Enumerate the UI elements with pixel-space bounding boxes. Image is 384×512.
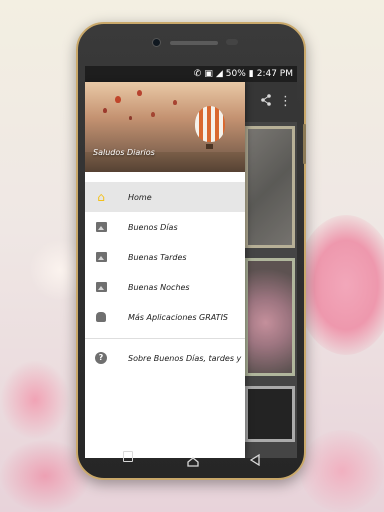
balloon-image xyxy=(137,90,142,96)
image-icon xyxy=(95,281,107,293)
clock: 2:47 PM xyxy=(256,69,293,79)
balloon-image xyxy=(103,108,107,113)
drawer-menu: ⌂ Home Buenos Días Buenas Tardes Buenas … xyxy=(85,182,245,373)
notification-icon: ✆ xyxy=(193,69,202,79)
menu-item-label: Buenas Tardes xyxy=(128,252,187,262)
phone-frame: ✆ ▣ ◢ 50% ▮ 2:47 PM ⋮ Saludos Diarios ⌂ … xyxy=(76,22,306,480)
hot-air-balloon-image xyxy=(195,106,225,142)
menu-divider xyxy=(85,338,245,339)
drawer-scrim[interactable] xyxy=(245,82,297,458)
battery-icon: ▮ xyxy=(248,69,254,79)
menu-item-label: Buenas Noches xyxy=(128,282,190,292)
home-icon: ⌂ xyxy=(97,190,105,204)
battery-saver-icon: ▣ xyxy=(204,69,213,79)
navigation-drawer: Saludos Diarios ⌂ Home Buenos Días Buena… xyxy=(85,82,245,458)
drawer-header-title: Saludos Diarios xyxy=(93,148,155,157)
background-flower xyxy=(300,430,384,512)
drawer-header: Saludos Diarios xyxy=(85,82,245,172)
balloon-basket xyxy=(206,144,213,149)
background-flower xyxy=(0,360,70,440)
image-icon xyxy=(95,221,107,233)
status-bar: ✆ ▣ ◢ 50% ▮ 2:47 PM xyxy=(85,66,297,82)
front-camera xyxy=(152,38,161,47)
menu-item-about[interactable]: ? Sobre Buenos Días, tardes y xyxy=(85,343,245,373)
signal-icon: ◢ xyxy=(215,69,223,79)
android-icon xyxy=(95,311,107,323)
background-flower xyxy=(296,215,384,355)
menu-item-label: Sobre Buenos Días, tardes y xyxy=(128,353,242,363)
phone-screen: ✆ ▣ ◢ 50% ▮ 2:47 PM ⋮ Saludos Diarios ⌂ … xyxy=(85,66,297,458)
menu-item-buenos-dias[interactable]: Buenos Días xyxy=(85,212,245,242)
menu-item-label: Buenos Días xyxy=(128,222,178,232)
menu-item-label: Más Aplicaciones GRATIS xyxy=(128,312,229,322)
image-icon xyxy=(95,251,107,263)
proximity-sensor xyxy=(226,39,238,45)
earpiece-speaker xyxy=(170,41,218,45)
menu-item-buenas-noches[interactable]: Buenas Noches xyxy=(85,272,245,302)
home-button[interactable] xyxy=(187,452,199,467)
power-button[interactable] xyxy=(303,124,306,164)
balloon-image xyxy=(173,100,177,105)
balloon-image xyxy=(129,116,132,120)
back-button[interactable] xyxy=(249,451,260,467)
battery-percent: 50% xyxy=(225,69,246,79)
menu-item-home[interactable]: ⌂ Home xyxy=(85,182,245,212)
help-icon: ? xyxy=(95,352,107,364)
menu-item-buenas-tardes[interactable]: Buenas Tardes xyxy=(85,242,245,272)
balloon-image xyxy=(115,96,121,103)
menu-item-label: Home xyxy=(128,192,152,202)
recent-apps-button[interactable] xyxy=(123,451,133,462)
menu-item-more-apps[interactable]: Más Aplicaciones GRATIS xyxy=(85,302,245,332)
balloon-image xyxy=(151,112,155,117)
